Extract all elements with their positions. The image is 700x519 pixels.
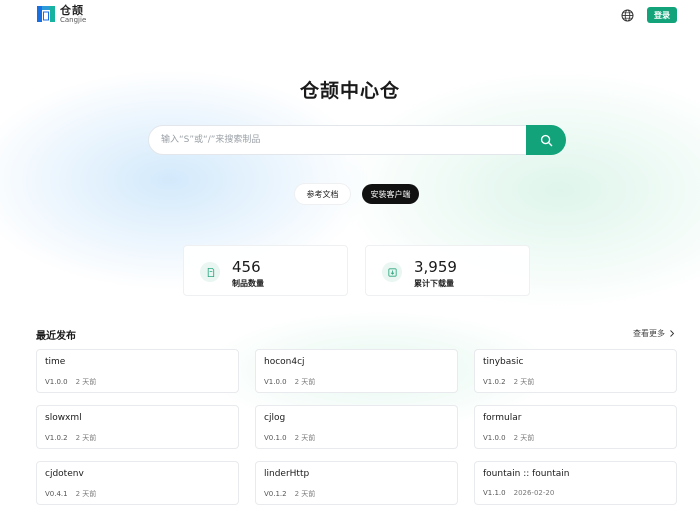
- package-time: 2 天前: [294, 434, 316, 442]
- package-time: 2 天前: [75, 490, 97, 498]
- download-icon: [387, 267, 397, 277]
- package-card[interactable]: fountain :: fountain V1.1.0 2026-02-20: [474, 461, 677, 505]
- package-card[interactable]: cjdotenv V0.4.1 2 天前: [36, 461, 239, 505]
- package-name: hocon4cj: [264, 357, 305, 367]
- package-name: cjdotenv: [45, 469, 84, 479]
- see-more-link[interactable]: 查看更多: [633, 328, 675, 339]
- package-version: V1.0.0: [483, 434, 506, 442]
- background-glow: [0, 40, 700, 460]
- package-time: 2026-02-20: [513, 489, 555, 497]
- package-time: 2 天前: [75, 434, 97, 442]
- search-icon: [540, 134, 552, 146]
- package-version: V0.1.0: [264, 434, 287, 442]
- package-version: V0.4.1: [45, 490, 68, 498]
- package-card[interactable]: hocon4cj V1.0.0 2 天前: [255, 349, 458, 393]
- package-icon: [207, 267, 214, 277]
- package-version: V1.0.0: [45, 378, 68, 386]
- top-header: 仓颉 Cangjie 登录: [0, 0, 700, 34]
- package-version: V1.0.2: [45, 434, 68, 442]
- package-name: linderHttp: [264, 469, 310, 479]
- package-time: 2 天前: [75, 378, 97, 386]
- package-card[interactable]: formular V1.0.0 2 天前: [474, 405, 677, 449]
- package-name: cjlog: [264, 413, 286, 423]
- package-time: 2 天前: [513, 378, 535, 386]
- login-button[interactable]: 登录: [647, 7, 677, 23]
- package-card[interactable]: linderHttp V0.1.2 2 天前: [255, 461, 458, 505]
- package-time: 2 天前: [294, 490, 316, 498]
- package-card[interactable]: slowxml V1.0.2 2 天前: [36, 405, 239, 449]
- package-version: V1.0.2: [483, 378, 506, 386]
- package-time: 2 天前: [513, 434, 535, 442]
- stat-card-downloads: 3,959 累计下载量: [365, 245, 530, 296]
- package-version: V1.0.0: [264, 378, 287, 386]
- language-globe-icon[interactable]: [620, 8, 636, 24]
- logo-subtitle: Cangjie: [60, 15, 87, 24]
- package-name: time: [45, 357, 66, 367]
- search-input[interactable]: [161, 126, 521, 154]
- package-card[interactable]: cjlog V0.1.0 2 天前: [255, 405, 458, 449]
- logo[interactable]: 仓颉 Cangjie: [36, 4, 86, 24]
- search-bar: [148, 125, 566, 155]
- stat-value: 3,959: [414, 258, 457, 276]
- see-more-label: 查看更多: [633, 329, 665, 338]
- stat-label: 制品数量: [232, 279, 264, 288]
- stat-value: 456: [232, 258, 261, 276]
- package-card[interactable]: tinybasic V1.0.2 2 天前: [474, 349, 677, 393]
- docs-button[interactable]: 参考文档: [295, 184, 350, 204]
- search-button[interactable]: [526, 125, 566, 155]
- page-title: 仓颉中心仓: [299, 80, 400, 102]
- package-version: V1.1.0: [483, 489, 506, 497]
- package-name: tinybasic: [483, 357, 524, 367]
- package-name: fountain :: fountain: [483, 469, 570, 479]
- package-name: formular: [483, 413, 522, 423]
- logo-title: 仓颉: [60, 3, 84, 17]
- package-card[interactable]: time V1.0.0 2 天前: [36, 349, 239, 393]
- package-time: 2 天前: [294, 378, 316, 386]
- install-client-button[interactable]: 安装客户端: [362, 184, 419, 204]
- stat-label: 累计下载量: [414, 279, 454, 288]
- chevron-right-icon: [670, 330, 675, 337]
- stat-card-packages: 456 制品数量: [183, 245, 348, 296]
- cangjie-logo-icon: [37, 6, 55, 22]
- section-title-recent: 最近发布: [36, 331, 76, 342]
- package-name: slowxml: [45, 413, 82, 423]
- package-version: V0.1.2: [264, 490, 287, 498]
